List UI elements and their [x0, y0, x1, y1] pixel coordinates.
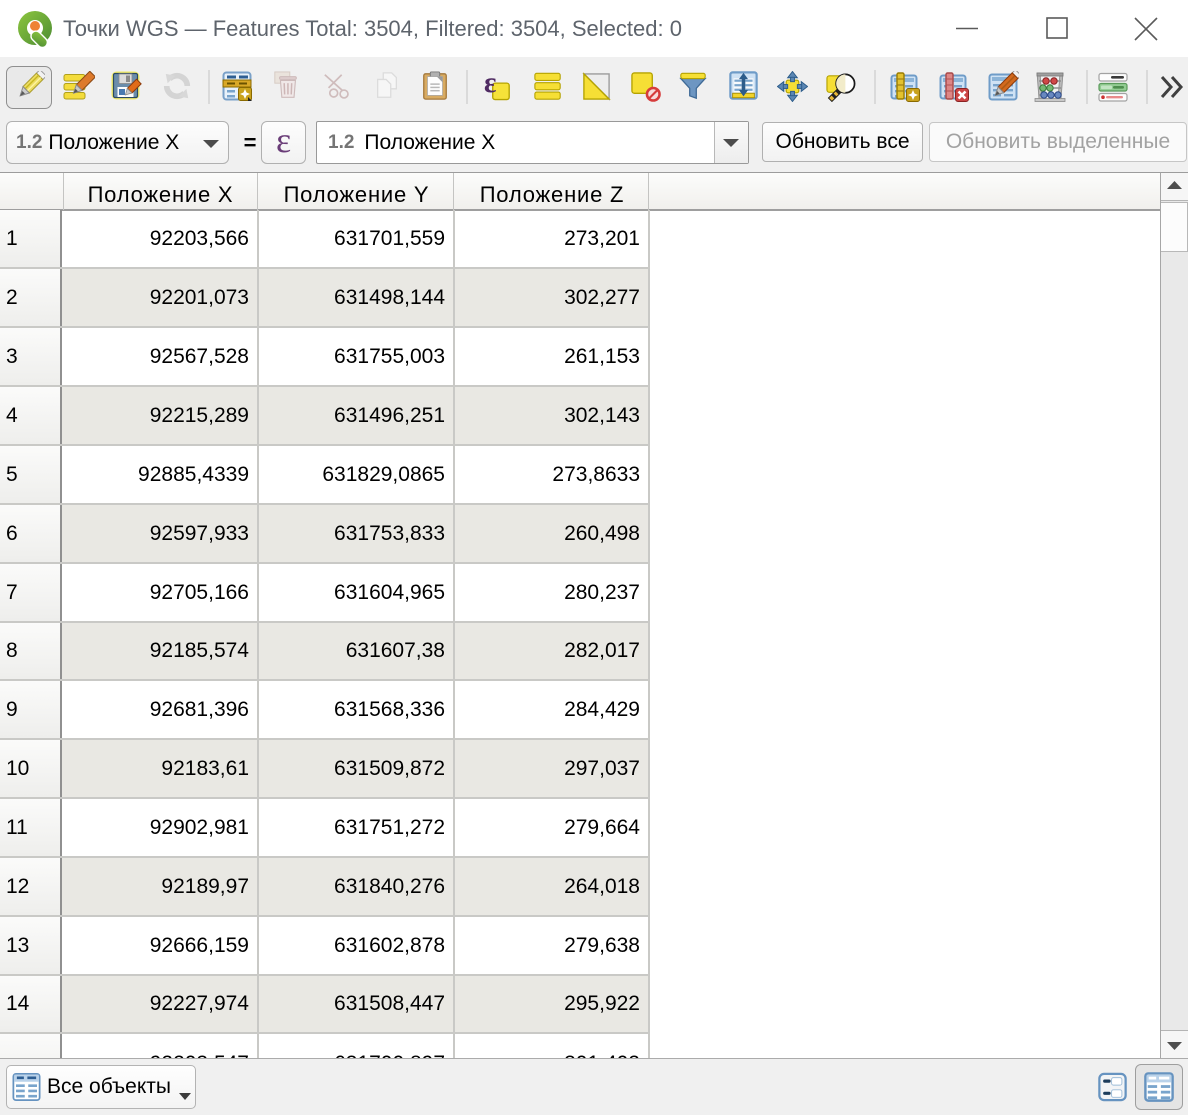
svg-text:ε: ε	[484, 71, 496, 99]
